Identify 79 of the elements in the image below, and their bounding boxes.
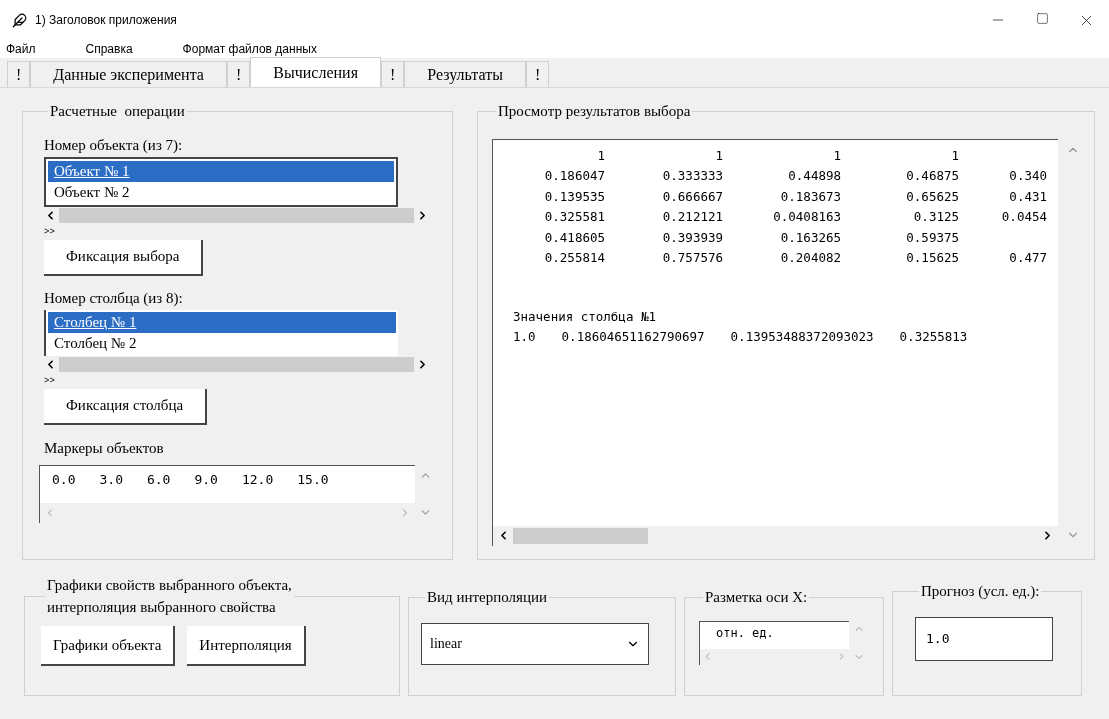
group-title: Графики свойств выбранного объекта, интерполяция выбранного свойства [46,576,293,617]
list-label: Номер объекта (из 7): [44,135,184,155]
result-cell-text: 0.59375 [906,228,959,247]
scrollbar-track[interactable] [59,356,414,372]
tab[interactable]: ! [7,61,31,87]
result-cell-text: 0.3125 [913,208,959,226]
result-cell-text: 0.212121 [662,208,723,226]
result-cell-text: 0.0454 [1001,208,1047,226]
result-cell-text: 1 [833,146,841,165]
result-cell-text: 0.65625 [906,187,959,206]
scrollbar-track[interactable] [59,207,414,223]
fix-button[interactable]: Фиксация столбца [44,388,208,425]
result-cell-text: 1 [715,146,723,165]
result-cell-text: 0.139535 [544,187,605,206]
result-cell-text: 0.325581 [544,208,605,226]
markers-label: Маркеры объектов [44,438,165,458]
marker-value: 9.0 [194,471,218,489]
list-item[interactable]: Столбец № 2 [48,332,396,354]
menu-item[interactable]: Справка [71,40,147,58]
tab[interactable]: Данные эксперимента [30,61,227,87]
menu-item[interactable]: Формат файлов данных [168,40,331,58]
interpolation-select[interactable]: linear [421,622,649,665]
menu-item[interactable]: Файл [0,40,50,58]
column-value: 0.3255813 [899,328,968,346]
fix-button[interactable]: Фиксация выбора [44,239,204,276]
group-title: Прогноз (усл. ед.): [920,582,1041,601]
tab[interactable]: Вычисления [250,57,381,87]
column-value: 0.18604651162790697 [561,328,705,346]
group-title: Вид интерполяции [426,588,548,607]
group-title: Просмотр результатов выбора [497,102,692,121]
result-cell-text: 0.431 [1009,187,1047,206]
result-cell-text: 0.204082 [780,249,841,267]
result-cell-text: 0.757576 [662,249,723,267]
maximize-icon[interactable] [1036,11,1049,25]
results-text-area[interactable] [492,138,1058,546]
result-cell-text: 1 [597,146,605,165]
forecast-field[interactable]: 1.0 [915,616,1053,661]
column-heading: Значения столбца №1 [512,307,657,326]
tab[interactable]: ! [381,61,405,87]
result-cell-text: 0.393939 [662,228,723,247]
result-cell-text: 0.46875 [906,167,959,185]
group-title: Расчетные операции [49,102,186,121]
plot-button[interactable]: Интерполяция [187,626,306,666]
list-item[interactable]: Столбец № 1 [48,311,396,333]
column-value: 1.0 [513,328,536,346]
listbox[interactable]: Столбец № 1 Столбец № 2 [44,309,398,356]
result-cell-text: 0.15625 [906,249,959,267]
listbox[interactable]: Объект № 1 Объект № 2 [44,156,398,207]
column-value: 0.13953488372093023 [730,328,874,346]
more-indicator: >> [44,374,56,387]
tab[interactable]: ! [525,61,550,87]
list-item[interactable]: Объект № 1 [48,160,394,182]
result-cell-text: 0.666667 [662,187,723,206]
marker-value: 12.0 [241,471,274,489]
result-cell-text: 0.163265 [780,228,841,247]
more-indicator: >> [44,225,56,238]
result-cell-text: 0.418605 [544,228,605,247]
tab[interactable]: ! [226,61,251,87]
marker-value: 0.0 [52,471,76,489]
result-cell-text: 0.477 [1009,249,1047,267]
result-cell-text: 0.44898 [788,167,841,185]
result-cell-text: 0.0408163 [773,208,841,226]
list-label: Номер столбца (из 8): [44,288,184,308]
result-cell-text: 0.255814 [544,249,605,267]
marker-value: 6.0 [146,471,171,489]
feather-icon [12,12,27,28]
result-cell-text: 0.183673 [780,187,841,206]
group-title: Разметка оси X: [704,588,809,607]
plot-button[interactable]: Графики объекта [41,626,176,666]
result-cell-text: 1 [951,146,959,165]
marker-value: 15.0 [297,471,329,489]
result-cell-text: 0.340 [1009,167,1047,185]
window-title: 1) Заголовок приложения [35,12,177,29]
marker-value: 3.0 [99,471,123,489]
result-cell-text: 0.333333 [662,167,723,185]
scrollbar-thumb[interactable] [513,527,648,544]
list-item[interactable]: Объект № 2 [48,181,394,203]
tab[interactable]: Результаты [404,61,526,87]
result-cell-text: 0.186047 [544,167,605,185]
